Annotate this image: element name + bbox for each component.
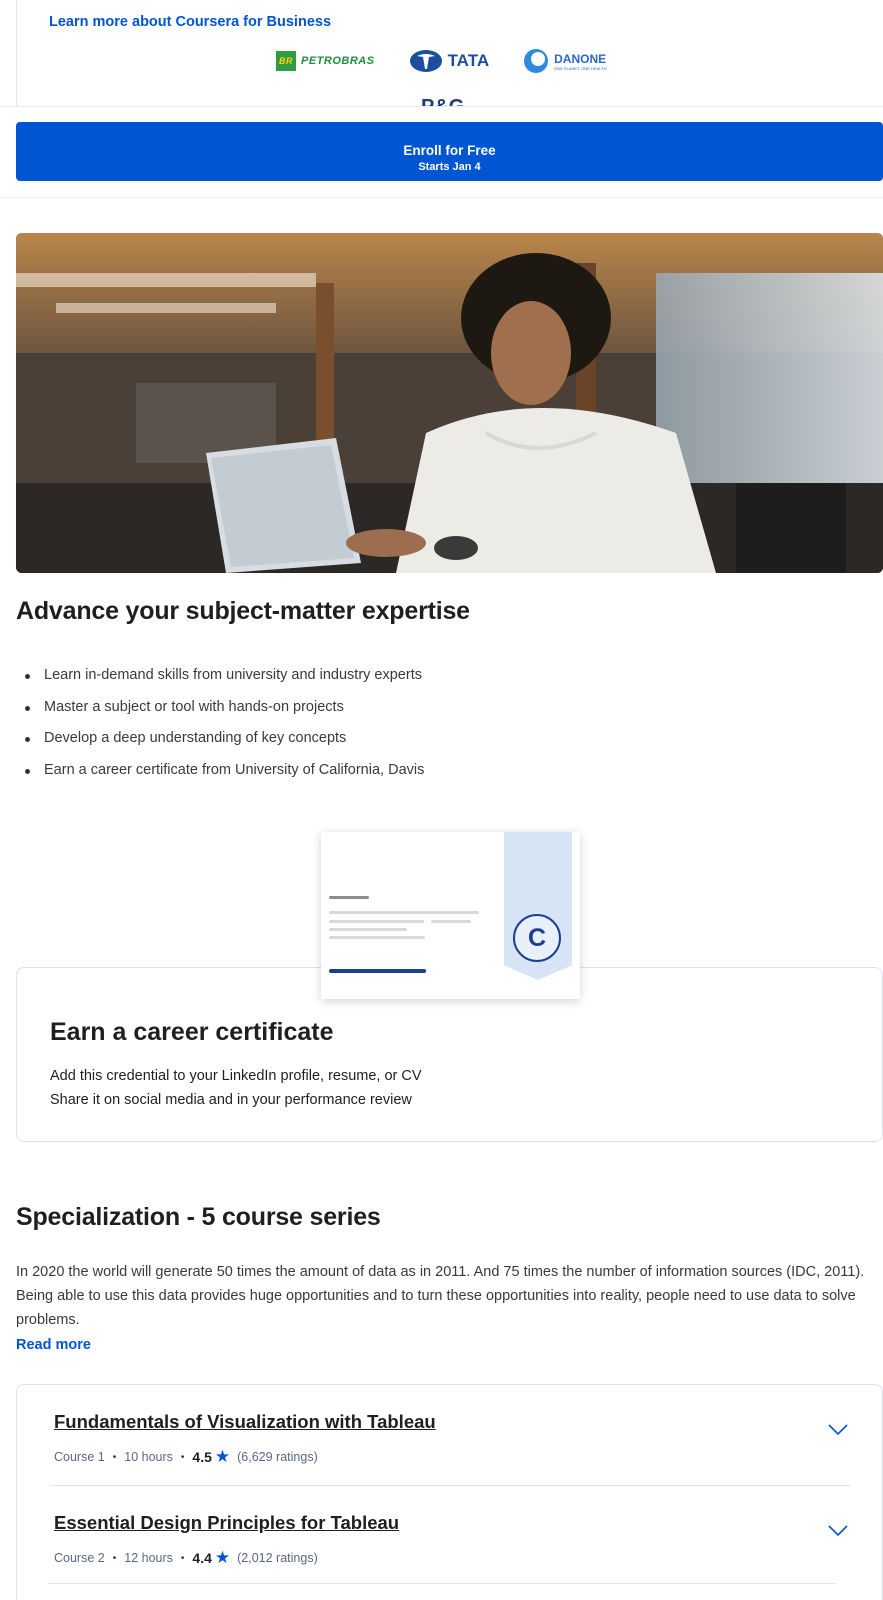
star-icon: ★ — [214, 1548, 231, 1567]
certificate-illustration: C — [321, 832, 580, 999]
business-card: Learn more about Coursera for Business B… — [16, 0, 883, 108]
expertise-bullet: Develop a deep understanding of key conc… — [22, 723, 424, 755]
tata-logo-text: TATA — [447, 51, 490, 70]
partner-logos: BR PETROBRAS TATA DANONE ONE PLANET. ONE… — [276, 48, 607, 74]
cert-line — [431, 920, 471, 923]
cert-line — [329, 928, 407, 931]
seal-letter: C — [527, 923, 547, 952]
expertise-heading: Advance your subject-matter expertise — [16, 597, 470, 625]
course-item[interactable]: Fundamentals of Visualization with Table… — [50, 1385, 850, 1485]
certificate-line: Share it on social media and in your per… — [50, 1092, 412, 1108]
danone-logo: DANONE ONE PLANET. ONE HEALTH — [523, 48, 607, 74]
meta-separator: • — [112, 1552, 117, 1564]
course-rating: 4.4 — [192, 1550, 212, 1566]
tata-logo: TATA — [409, 49, 490, 73]
course-divider — [49, 1583, 835, 1584]
career-certificate-heading: Earn a career certificate — [50, 1018, 334, 1046]
hero-image — [16, 233, 883, 573]
danone-logo-text: DANONE — [554, 51, 607, 66]
read-more-link[interactable]: Read more — [16, 1337, 91, 1353]
course-hours: 10 hours — [124, 1450, 173, 1464]
petrobras-mark: BR — [276, 51, 296, 71]
meta-separator: • — [112, 1451, 117, 1463]
enroll-bar: Enroll for Free Starts Jan 4 — [0, 106, 883, 198]
course-number: Course 2 — [54, 1551, 105, 1565]
star-icon: ★ — [214, 1447, 231, 1466]
course-title-link[interactable]: Fundamentals of Visualization with Table… — [54, 1411, 436, 1433]
enroll-start-date: Starts Jan 4 — [418, 160, 481, 173]
enroll-button-label: Enroll for Free — [403, 142, 496, 158]
expertise-bullet: Learn in-demand skills from university a… — [22, 660, 424, 692]
expertise-bullet-list: Learn in-demand skills from university a… — [22, 660, 424, 787]
course-item[interactable]: Essential Design Principles for Tableau … — [50, 1485, 850, 1585]
tata-emblem-icon — [409, 50, 442, 72]
expertise-bullet: Master a subject or tool with hands-on p… — [22, 692, 424, 724]
petrobras-logo-text: PETROBRAS — [301, 55, 375, 67]
chevron-down-icon[interactable] — [827, 1524, 849, 1538]
cert-line — [329, 920, 424, 923]
course-hours: 12 hours — [124, 1551, 173, 1565]
cert-line — [329, 896, 369, 899]
meta-separator: • — [180, 1451, 185, 1463]
petrobras-logo: BR PETROBRAS — [276, 51, 375, 71]
specialization-description: In 2020 the world will generate 50 times… — [16, 1264, 865, 1328]
danone-tagline: ONE PLANET. ONE HEALTH — [554, 65, 607, 71]
cert-signature-line — [329, 969, 426, 973]
course-ratings-count: (6,629 ratings) — [237, 1450, 318, 1464]
course-meta: Course 2 • 12 hours • 4.4 ★ (2,012 ratin… — [54, 1548, 318, 1568]
course-rating: 4.5 — [192, 1449, 212, 1465]
career-certificate-description: Add this credential to your LinkedIn pro… — [50, 1064, 422, 1112]
specialization-heading: Specialization - 5 course series — [16, 1203, 381, 1231]
meta-separator: • — [180, 1552, 185, 1564]
learn-more-business-link[interactable]: Learn more about Coursera for Business — [49, 14, 331, 30]
chevron-down-icon[interactable] — [827, 1423, 849, 1437]
danone-emblem-icon — [524, 49, 549, 73]
hero-photo-illustration — [16, 233, 883, 573]
coursera-seal-icon: C — [513, 914, 561, 962]
cert-line — [329, 911, 479, 914]
course-list: Fundamentals of Visualization with Table… — [16, 1384, 883, 1600]
expertise-bullet: Earn a career certificate from Universit… — [22, 755, 424, 787]
enroll-for-free-button[interactable]: Enroll for Free Starts Jan 4 — [16, 122, 883, 181]
cert-line — [329, 936, 425, 939]
course-number: Course 1 — [54, 1450, 105, 1464]
course-meta: Course 1 • 10 hours • 4.5 ★ (6,629 ratin… — [54, 1447, 318, 1467]
course-ratings-count: (2,012 ratings) — [237, 1551, 318, 1565]
course-title-link[interactable]: Essential Design Principles for Tableau — [54, 1512, 399, 1534]
certificate-line: Add this credential to your LinkedIn pro… — [50, 1068, 422, 1084]
